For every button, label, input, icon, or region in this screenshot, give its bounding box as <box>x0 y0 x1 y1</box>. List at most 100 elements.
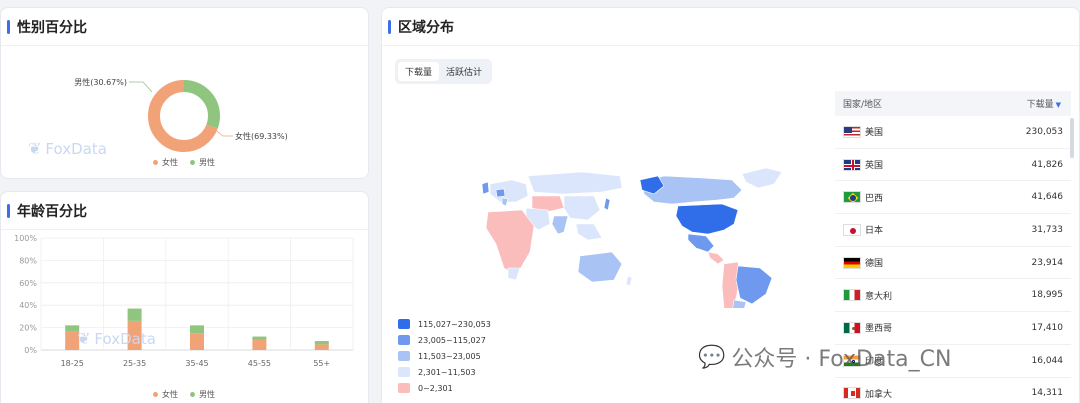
map-region-mexico[interactable] <box>687 233 715 253</box>
legend-label-male: 男性 <box>199 158 215 167</box>
table-scrollbar[interactable] <box>1070 118 1074 158</box>
map-region-china[interactable] <box>563 195 601 221</box>
foxdata-watermark: ❦ FoxData <box>28 139 107 158</box>
y-tick-label: 40% <box>19 301 37 310</box>
flag-jp-icon <box>843 223 861 236</box>
x-tick-label: 18-25 <box>61 359 84 368</box>
y-tick-label: 100% <box>14 234 37 243</box>
legend-dot-male <box>190 392 195 397</box>
country-cell: 德国 <box>843 256 883 269</box>
age-legend: 女性 男性 <box>153 389 227 400</box>
bar-segment[interactable] <box>314 344 329 350</box>
col-header-downloads[interactable]: 下载量 ▼ <box>1027 97 1061 110</box>
bar-segment[interactable] <box>314 341 329 345</box>
map-region-argentina[interactable] <box>732 299 747 308</box>
flag-it-icon <box>843 289 861 302</box>
table-row[interactable]: 墨西哥 17,410 <box>835 312 1071 345</box>
bar-segment[interactable] <box>252 339 267 350</box>
flag-us-icon <box>843 125 861 138</box>
map-region-africa[interactable] <box>485 209 535 277</box>
gender-donut <box>148 80 220 152</box>
title-accent-bar <box>7 19 10 34</box>
map-region-russia[interactable] <box>527 171 623 195</box>
map-region-se-asia[interactable] <box>575 223 603 241</box>
map-region-germany[interactable] <box>495 188 506 198</box>
map-legend-item[interactable]: 2,301~11,503 <box>398 364 491 380</box>
table-row[interactable]: 加拿大 14,311 <box>835 378 1071 403</box>
gender-card: 性别百分比 男性(30.67%) 女性(69.33%) ❦ FoxData 女性… <box>0 7 369 179</box>
sort-desc-icon[interactable]: ▼ <box>1056 101 1061 109</box>
legend-range-label: 11,503~23,005 <box>418 351 481 361</box>
flag-de-icon <box>843 256 861 269</box>
legend-item-female[interactable]: 女性 <box>153 389 178 400</box>
y-tick-label: 60% <box>19 279 37 288</box>
table-row[interactable]: 美国 230,053 <box>835 116 1071 149</box>
legend-label-male: 男性 <box>199 390 215 399</box>
legend-range-label: 23,005~115,027 <box>418 335 486 345</box>
watermark-text: FoxData <box>45 139 107 158</box>
map-region-new-zealand[interactable] <box>625 275 633 287</box>
gender-title: 性别百分比 <box>17 19 87 36</box>
region-card-header: 区域分布 <box>382 8 1079 46</box>
download-count: 16,044 <box>1031 355 1064 366</box>
map-region-japan[interactable] <box>603 197 611 211</box>
wechat-watermark: 💬 公众号 · FoxData_CN <box>698 341 951 373</box>
map-region-south-africa[interactable] <box>507 267 521 281</box>
legend-item-male[interactable]: 男性 <box>190 389 215 400</box>
country-cell: 巴西 <box>843 191 883 204</box>
y-tick-label: 20% <box>19 324 37 333</box>
table-header: 国家/地区 下载量 ▼ <box>835 91 1071 116</box>
legend-label-female: 女性 <box>162 158 178 167</box>
col-header-country: 国家/地区 <box>843 100 883 110</box>
bar-segment[interactable] <box>127 308 142 321</box>
map-legend-item[interactable]: 115,027~230,053 <box>398 316 491 332</box>
download-count: 31,733 <box>1031 224 1064 235</box>
map-legend: 115,027~230,053 23,005~115,027 11,503~23… <box>398 316 491 396</box>
map-region-central-america[interactable] <box>707 251 725 265</box>
table-row[interactable]: 意大利 18,995 <box>835 279 1071 313</box>
flag-br-icon <box>843 191 861 204</box>
country-name: 巴西 <box>865 193 884 204</box>
map-region-italy[interactable] <box>501 197 509 207</box>
male-label-leader <box>129 81 153 93</box>
table-row[interactable]: 德国 23,914 <box>835 247 1071 280</box>
bar-segment[interactable] <box>190 325 204 334</box>
country-cell: 墨西哥 <box>843 321 892 334</box>
country-name: 德国 <box>865 259 884 270</box>
region-metric-tabs: 下载量 活跃估计 <box>395 59 493 84</box>
download-count: 23,914 <box>1031 257 1064 268</box>
map-legend-item[interactable]: 23,005~115,027 <box>398 332 491 348</box>
map-region-europe[interactable] <box>489 179 529 203</box>
country-cell: 意大利 <box>843 289 892 302</box>
gender-card-header: 性别百分比 <box>1 8 368 46</box>
wechat-icon: 💬 <box>698 344 726 370</box>
country-name: 墨西哥 <box>865 324 893 335</box>
bar-segment[interactable] <box>190 333 204 350</box>
country-name: 美国 <box>865 128 884 139</box>
x-tick-label: 35-45 <box>185 359 208 368</box>
bar-segment[interactable] <box>252 336 267 340</box>
map-region-greenland[interactable] <box>741 168 782 189</box>
map-region-india[interactable] <box>551 215 569 235</box>
map-region-usa[interactable] <box>675 203 739 235</box>
legend-range-label: 2,301~11,503 <box>418 367 476 377</box>
map-legend-item[interactable]: 0~2,301 <box>398 380 491 396</box>
map-legend-item[interactable]: 11,503~23,005 <box>398 348 491 364</box>
table-row[interactable]: 日本 31,733 <box>835 214 1071 247</box>
x-tick-label: 25-35 <box>123 359 146 368</box>
legend-swatch <box>398 335 410 345</box>
map-region-uk[interactable] <box>481 181 490 195</box>
map-region-brazil[interactable] <box>735 265 773 305</box>
country-cell: 英国 <box>843 158 883 171</box>
female-pct-label: 女性(69.33%) <box>235 131 288 141</box>
tab-downloads[interactable]: 下载量 <box>398 62 440 81</box>
legend-item-female[interactable]: 女性 <box>153 157 178 168</box>
tab-active-estimate[interactable]: 活跃估计 <box>439 62 489 81</box>
world-map <box>481 168 782 308</box>
table-row[interactable]: 英国 41,826 <box>835 149 1071 182</box>
flag-ca-icon <box>843 387 861 400</box>
map-region-australia[interactable] <box>577 251 623 283</box>
age-bar-chart: 0% 20% 40% 60% 80% 100% 18-25 25-35 35-45 45-55 55… <box>14 234 354 368</box>
legend-item-male[interactable]: 男性 <box>190 157 215 168</box>
table-row[interactable]: 巴西 41,646 <box>835 181 1071 215</box>
